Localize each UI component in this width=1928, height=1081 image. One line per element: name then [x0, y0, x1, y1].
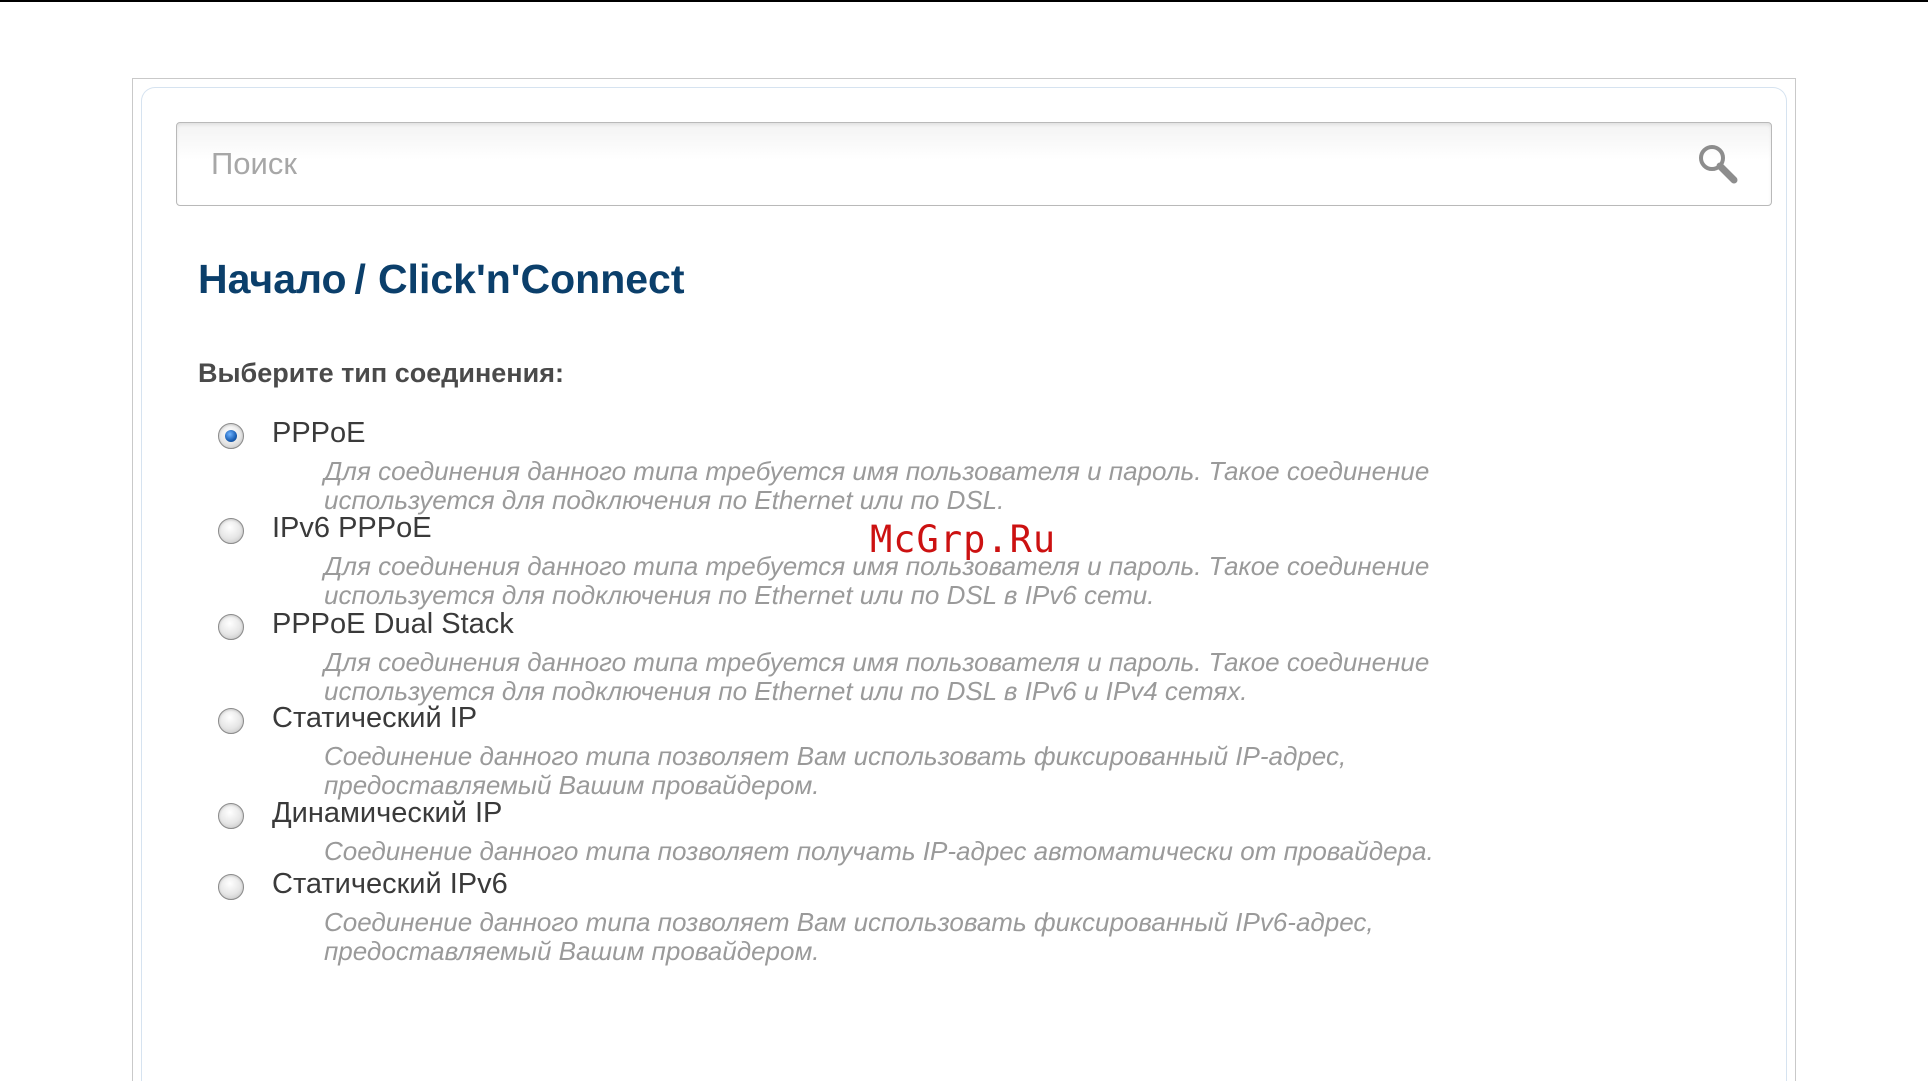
- description-line: используется для подключения по Ethernet…: [324, 676, 1248, 706]
- description-line: используется для подключения по Ethernet…: [324, 485, 1005, 515]
- search-input[interactable]: [177, 123, 1677, 205]
- breadcrumb-home[interactable]: Начало: [198, 256, 347, 302]
- radio-ipv6-pppoe[interactable]: [218, 518, 244, 544]
- option-description: Соединение данного типа позволяет Вам ис…: [324, 742, 1524, 800]
- radio-static-ipv6[interactable]: [218, 874, 244, 900]
- connection-type-label: Выберите тип соединения:: [198, 358, 564, 388]
- top-divider: [0, 0, 1928, 2]
- option-description: Для соединения данного типа требуется им…: [324, 457, 1524, 515]
- description-line: Соединение данного типа позволяет Вам ис…: [324, 907, 1374, 937]
- description-line: используется для подключения по Ethernet…: [324, 580, 1155, 610]
- radio-static-ip[interactable]: [218, 708, 244, 734]
- option-label[interactable]: Статический IPv6: [272, 868, 508, 901]
- description-line: Соединение данного типа позволяет получа…: [324, 836, 1434, 866]
- search-box: [176, 122, 1772, 206]
- description-line: Соединение данного типа позволяет Вам ис…: [324, 741, 1347, 771]
- description-line: предоставляемый Вашим провайдером.: [324, 936, 820, 966]
- radio-dynamic-ip[interactable]: [218, 803, 244, 829]
- option-label[interactable]: Динамический IP: [272, 797, 502, 830]
- breadcrumb-separator: /: [354, 256, 366, 302]
- watermark: McGrp.Ru: [870, 518, 1057, 561]
- option-description: Соединение данного типа позволяет получа…: [324, 837, 1524, 866]
- description-line: Для соединения данного типа требуется им…: [324, 456, 1430, 486]
- search-icon[interactable]: [1695, 141, 1741, 187]
- page-title: Click'n'Connect: [377, 256, 685, 302]
- option-label[interactable]: IPv6 PPPoE: [272, 512, 432, 545]
- option-description: Для соединения данного типа требуется им…: [324, 648, 1524, 706]
- page-frame: Начало/Click'n'Connect Выберите тип соед…: [132, 78, 1796, 1081]
- option-label[interactable]: PPPoE Dual Stack: [272, 608, 514, 641]
- description-line: Для соединения данного типа требуется им…: [324, 647, 1430, 677]
- radio-pppoe[interactable]: [218, 423, 244, 449]
- breadcrumb: Начало / Click'n'Connect: [198, 256, 685, 312]
- content-panel: Начало/Click'n'Connect Выберите тип соед…: [141, 87, 1787, 1081]
- option-label[interactable]: PPPoE: [272, 417, 366, 450]
- description-line: предоставляемый Вашим провайдером.: [324, 770, 820, 800]
- option-label[interactable]: Статический IP: [272, 702, 477, 735]
- radio-pppoe-dual-stack[interactable]: [218, 614, 244, 640]
- option-description: Соединение данного типа позволяет Вам ис…: [324, 908, 1524, 966]
